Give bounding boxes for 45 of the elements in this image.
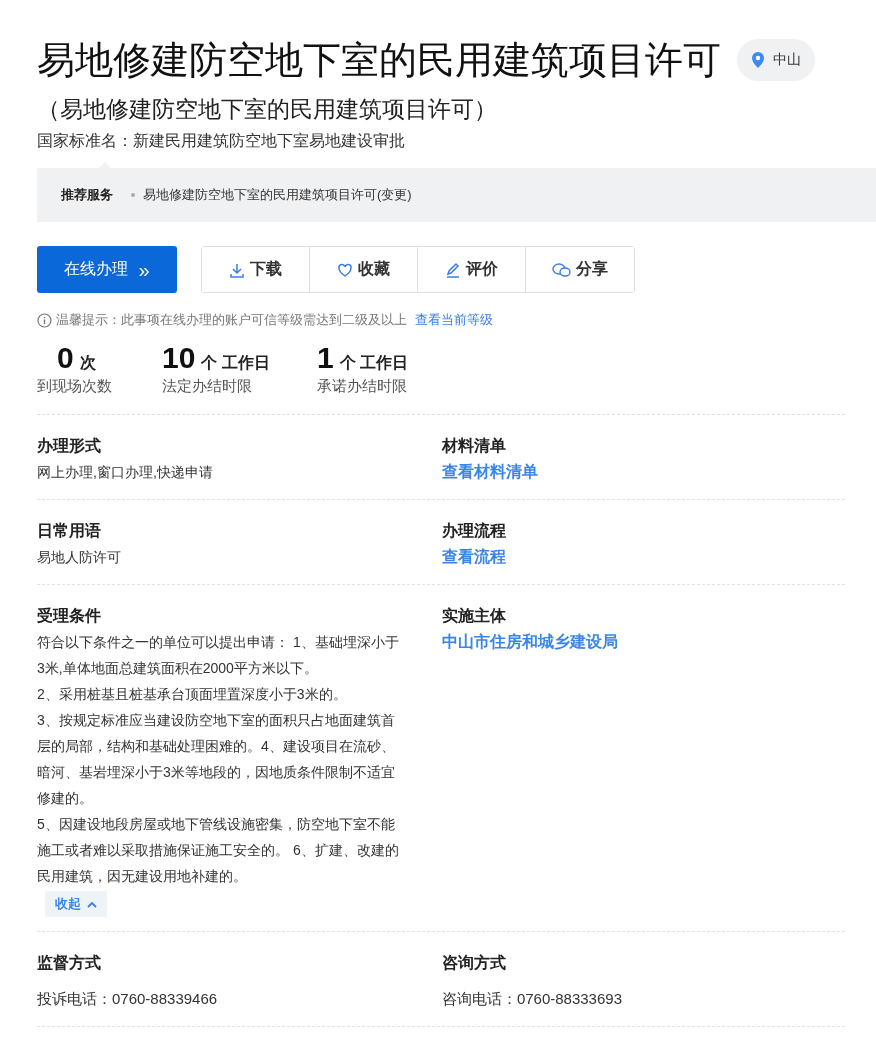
- section-title: 办理形式: [37, 436, 102, 456]
- account-level-link[interactable]: 查看当前等级: [415, 311, 493, 329]
- stat-label: 法定办结时限: [162, 377, 253, 396]
- section-text: 投诉电话：0760-88339466: [37, 989, 219, 1009]
- chevron-up-icon: [87, 900, 97, 908]
- location-selector[interactable]: 中山: [737, 39, 815, 81]
- tip-text: 温馨提示：此事项在线办理的账户可信等级需达到二级及以上: [56, 311, 407, 329]
- section-text: 咨询电话：0760-88333693: [441, 989, 623, 1009]
- section-title: 实施主体: [441, 606, 507, 626]
- section-text: 易地人防许可: [37, 548, 122, 567]
- download-icon: [229, 261, 245, 278]
- stat-value: 0: [57, 341, 74, 375]
- info-icon: [37, 312, 52, 328]
- section-text: 网上办理,窗口办理,快递申请: [37, 463, 214, 482]
- national-standard-name: 国家标准名：新建民用建筑防空地下室易地建设审批: [37, 131, 406, 151]
- stat-label: 承诺办结时限: [317, 377, 408, 396]
- section-link[interactable]: 查看材料清单: [441, 459, 845, 485]
- section-link[interactable]: 查看流程: [441, 544, 845, 570]
- heart-icon: [337, 261, 353, 278]
- section-title: 办理流程: [441, 521, 507, 541]
- section-text: 2、采用桩基且桩基承台顶面埋置深度小于3米的。: [37, 685, 348, 704]
- pencil-icon: [445, 261, 461, 278]
- page-title: 易地修建防空地下室的民用建筑项目许可: [37, 38, 721, 83]
- section-text: 符合以下条件之一的单位可以提出申请： 1、基础埋深小于3米,单体地面总建筑面积在2000平方米以下。: [37, 633, 400, 678]
- stat-unit: 个 工作日: [201, 353, 270, 373]
- section-link[interactable]: 中山市住房和城乡建设局: [441, 629, 845, 655]
- location-pin-icon: [751, 51, 765, 69]
- section-title: 日常用语: [37, 521, 102, 541]
- online-apply-button[interactable]: 在线办理 »: [37, 246, 177, 293]
- stat-unit: 个 工作日: [339, 353, 409, 373]
- stat-value: 10: [162, 341, 196, 375]
- section-title: 监督方式: [37, 953, 102, 973]
- recommend-label: 推荐服务: [61, 186, 113, 204]
- download-button[interactable]: 下载: [202, 247, 310, 292]
- section-title: 受理条件: [37, 606, 102, 626]
- page-subtitle: （易地修建防空地下室的民用建筑项目许可）: [37, 95, 498, 124]
- section-title: 咨询方式: [441, 953, 507, 973]
- section-text: 3、按规定标准应当建设防空地下室的面积只占地面建筑首层的局部，结构和基础处理困难的。4、建设项目在流砂、暗河、基岩埋深小于3米等地段的，因地质条件限制不适宜修建的。: [37, 711, 396, 808]
- stat-label: 到现场次数: [37, 377, 113, 396]
- section-title: 材料清单: [441, 436, 507, 456]
- stat-value: 1: [317, 341, 334, 375]
- chat-bubbles-icon: [552, 261, 571, 278]
- recommend-link[interactable]: 易地修建防空地下室的民用建筑项目许可(变更): [131, 186, 412, 204]
- stat-unit: 次: [79, 353, 96, 373]
- section-text: 5、因建设地段房屋或地下管线设施密集，防空地下室不能施工或者难以采取措施保证施工安全的。 6、扩建、改建的民用建筑，因无建设用地补建的。: [37, 815, 400, 886]
